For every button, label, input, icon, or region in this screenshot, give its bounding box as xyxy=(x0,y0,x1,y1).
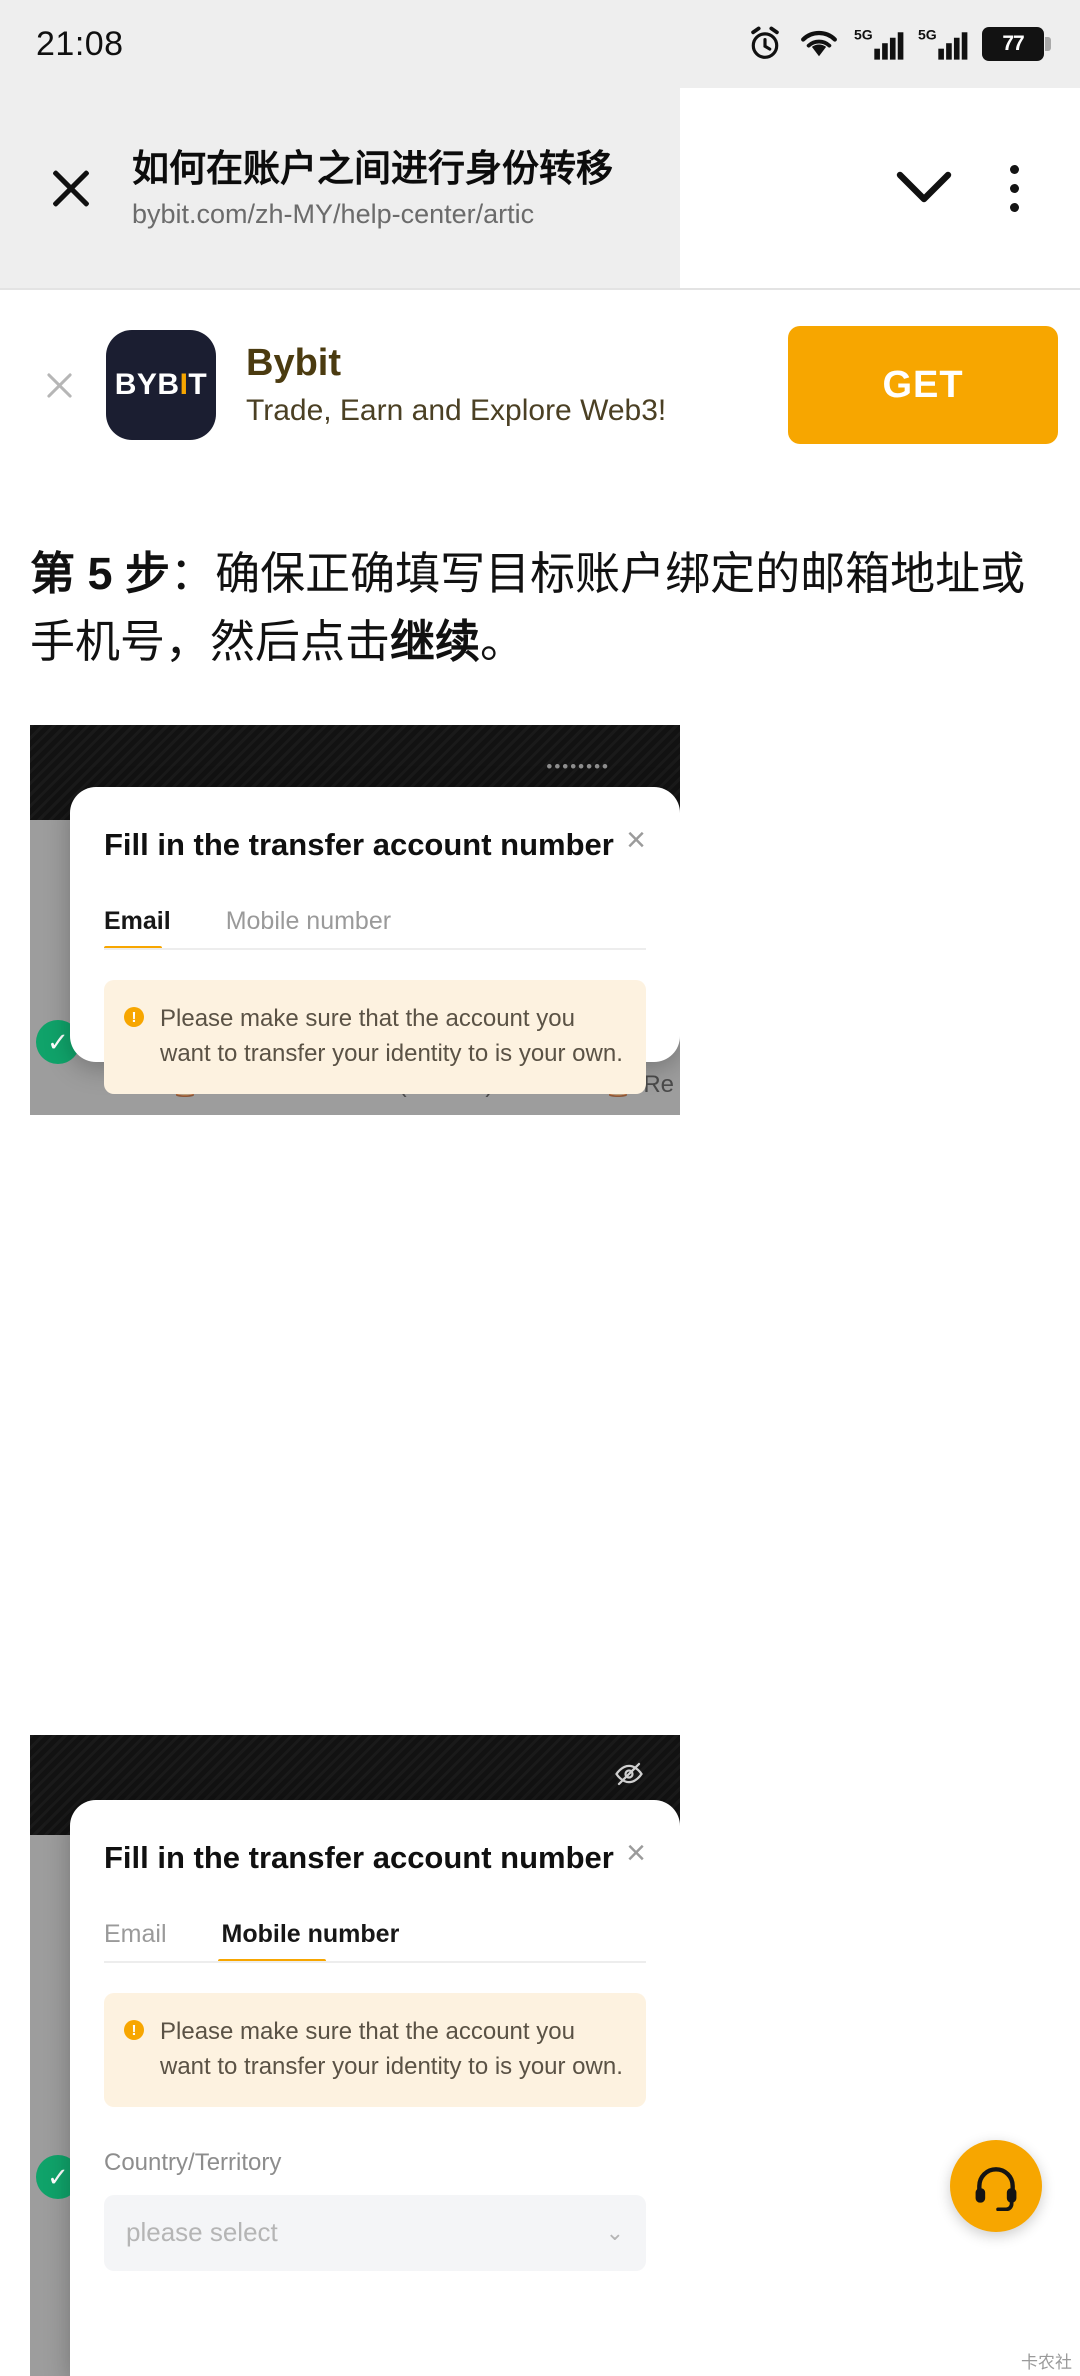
logo-text-left: BYB xyxy=(114,368,180,401)
transfer-modal-2: Fill in the transfer account number × Em… xyxy=(70,1800,680,2376)
overflow-menu-icon[interactable] xyxy=(974,164,1054,212)
modal-2-field-label: Country/Territory xyxy=(104,2148,282,2176)
tab-mobile-number[interactable]: Mobile number xyxy=(226,907,391,950)
logo-text-bar: I xyxy=(179,368,189,401)
modal-1-close-icon[interactable]: × xyxy=(626,823,646,857)
modal-2-tabs: Email Mobile number xyxy=(70,1876,680,1963)
modal-2-close-icon[interactable]: × xyxy=(626,1836,646,1870)
modal-2-title: Fill in the transfer account number xyxy=(104,1840,614,1875)
country-select[interactable]: please select ⌄ xyxy=(104,2194,646,2271)
ad-close-icon[interactable] xyxy=(22,348,96,422)
modal-1-tabs: Email Mobile number xyxy=(70,863,680,950)
transfer-modal-1: Fill in the transfer account number × Em… xyxy=(70,787,680,1094)
ad-title: Bybit xyxy=(246,341,341,384)
battery-percent: 77 xyxy=(1002,32,1024,55)
info-icon xyxy=(124,1007,144,1027)
screenshot-1-canvas: •••••••• •• •••• ✓ Lv.2 Benefit 2P Tr lo… xyxy=(30,725,680,1115)
step-bold-continue: 继续 xyxy=(390,615,481,667)
header-title-block: 如何在账户之间进行身份转移 bybit.com/zh-MY/help-cente… xyxy=(116,146,874,229)
modal-1-alert: Please make sure that the account you wa… xyxy=(104,980,646,1094)
modal-2-header: Fill in the transfer account number × xyxy=(70,1800,680,1876)
svg-text:5G: 5G xyxy=(854,26,873,42)
modal-1-header: Fill in the transfer account number × xyxy=(70,787,680,863)
modal-1-title: Fill in the transfer account number xyxy=(104,827,614,862)
tab-email[interactable]: Email xyxy=(104,907,171,950)
chevron-down-icon-select: ⌄ xyxy=(605,2219,624,2245)
headset-icon xyxy=(975,2167,1017,2211)
status-bar-icons: 5G 5G 77 xyxy=(746,25,1051,63)
screenshot-figure-1: •••••••• •• •••• ✓ Lv.2 Benefit 2P Tr lo… xyxy=(30,725,680,1115)
ad-text-block: Bybit Trade, Earn and Explore Web3! xyxy=(216,342,788,428)
signal-5g-icon-2: 5G xyxy=(918,26,968,60)
screenshot-1-top-dots: •••••••• xyxy=(546,757,610,776)
status-bar: 21:08 5G 5G 77 xyxy=(0,0,1080,88)
bybit-logo-icon: BYB I T xyxy=(106,330,216,440)
step-end: 。 xyxy=(480,615,526,667)
tab-email-2[interactable]: Email xyxy=(104,1920,167,1963)
step-colon: ： xyxy=(170,548,216,599)
ad-banner: BYB I T Bybit Trade, Earn and Explore Web3… xyxy=(0,290,1080,480)
step-prefix: 第 5 步 xyxy=(30,548,171,599)
ad-subtitle: Trade, Earn and Explore Web3! xyxy=(246,393,667,427)
screenshot-figure-2: •••••• ✓ Lv.2 hts 2P Tra Fill in the tra… xyxy=(30,1735,680,2376)
article-body: 第 5 步：确保正确填写目标账户绑定的邮箱地址或手机号，然后点击继续。 xyxy=(0,480,1080,675)
close-icon[interactable] xyxy=(26,143,116,233)
modal-1-alert-text: Please make sure that the account you wa… xyxy=(160,1005,623,1067)
signal-5g-icon-1: 5G xyxy=(854,26,904,60)
modal-2-tab-underline xyxy=(104,1961,646,1963)
alarm-icon xyxy=(751,26,779,59)
modal-1-tab-underline xyxy=(104,948,646,950)
status-bar-clock: 21:08 xyxy=(36,24,124,63)
logo-text-right: T xyxy=(188,368,208,401)
step-paragraph: 第 5 步：确保正确填写目标账户绑定的邮箱地址或手机号，然后点击继续。 xyxy=(0,480,1080,675)
ad-get-button[interactable]: GET xyxy=(788,326,1058,444)
info-icon-2 xyxy=(124,2020,144,2040)
svg-text:5G: 5G xyxy=(918,26,937,42)
screenshot-2-canvas: •••••• ✓ Lv.2 hts 2P Tra Fill in the tra… xyxy=(30,1735,680,2376)
watermark: 卡农社 xyxy=(1021,2353,1072,2372)
page-title: 如何在账户之间进行身份转移 xyxy=(132,148,613,190)
battery-icon: 77 xyxy=(982,27,1051,61)
chevron-down-icon[interactable] xyxy=(874,171,974,205)
modal-2-alert: Please make sure that the account you wa… xyxy=(104,1993,646,2107)
page-url[interactable]: bybit.com/zh-MY/help-center/artic xyxy=(132,199,697,230)
modal-1-field-label: Email xyxy=(70,1094,680,1115)
tab-mobile-number-2[interactable]: Mobile number xyxy=(222,1920,400,1963)
modal-2-alert-text: Please make sure that the account you wa… xyxy=(160,2018,623,2080)
support-chat-button[interactable] xyxy=(950,2140,1042,2232)
wifi-icon xyxy=(801,30,837,57)
country-select-placeholder: please select xyxy=(126,2217,278,2248)
browser-header: 如何在账户之间进行身份转移 bybit.com/zh-MY/help-cente… xyxy=(0,88,1080,288)
eye-off-icon xyxy=(615,1762,643,1786)
